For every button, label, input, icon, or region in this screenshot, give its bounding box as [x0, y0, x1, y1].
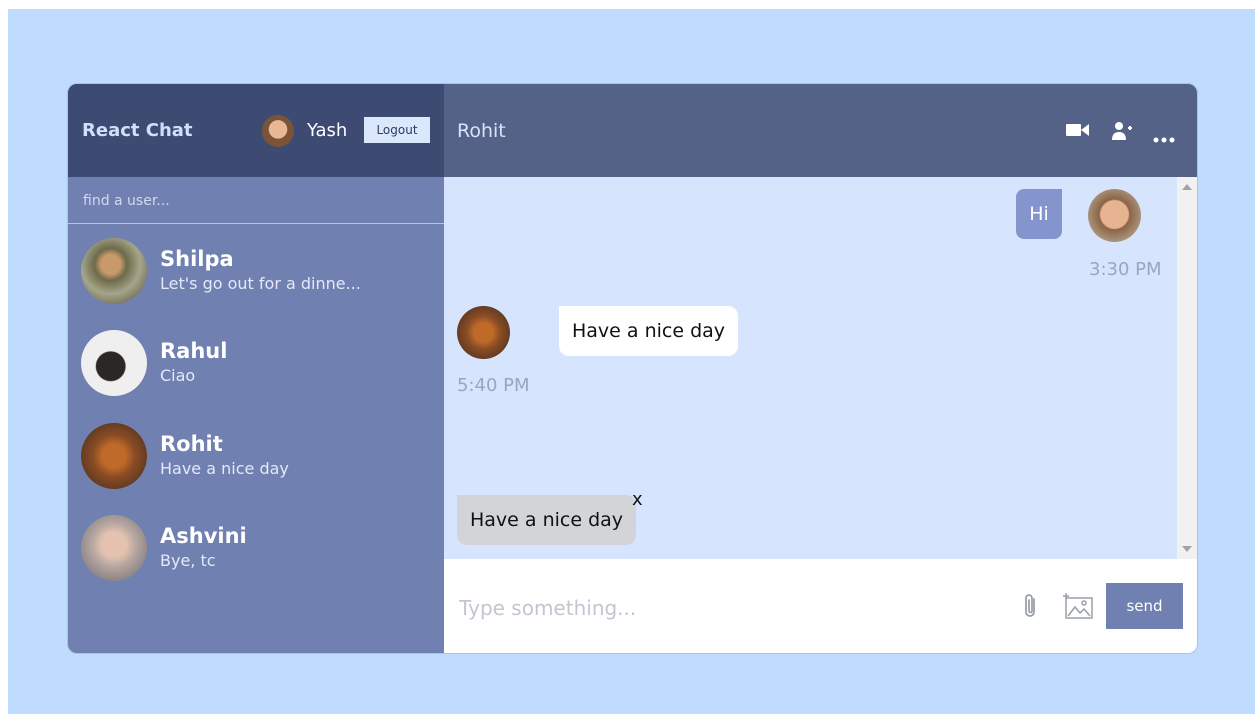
avatar — [81, 330, 147, 396]
search-input[interactable] — [81, 187, 425, 215]
chat-item-name: Shilpa — [160, 247, 234, 271]
remove-preview-button[interactable]: x — [632, 489, 643, 510]
chat-item-last-message: Let's go out for a dinne... — [160, 274, 361, 293]
own-avatar — [1088, 189, 1141, 242]
page-background: React Chat Yash Logout Shilpa Let's go o… — [8, 9, 1255, 714]
scrollbar[interactable] — [1177, 177, 1197, 559]
sidebar-header: React Chat Yash Logout — [68, 84, 444, 177]
add-image-icon[interactable] — [1062, 592, 1094, 624]
avatar — [81, 423, 147, 489]
chat-item-last-message: Bye, tc — [160, 551, 216, 570]
current-user-avatar — [262, 115, 294, 147]
chat-item-name: Rahul — [160, 339, 228, 363]
chat-app: React Chat Yash Logout Shilpa Let's go o… — [67, 83, 1198, 654]
message-composer: send — [444, 559, 1197, 653]
user-search — [68, 177, 444, 224]
message-input[interactable] — [457, 592, 1001, 624]
scroll-down-arrow-icon[interactable] — [1182, 546, 1192, 552]
video-camera-icon[interactable] — [1066, 120, 1090, 144]
more-options-icon[interactable] — [1153, 128, 1175, 147]
message-time: 3:30 PM — [1089, 259, 1162, 280]
add-user-icon[interactable] — [1111, 120, 1133, 146]
image-preview: Have a nice day — [457, 495, 637, 545]
logout-button[interactable]: Logout — [364, 117, 430, 143]
message-list: Hi 3:30 PM Have a nice day 5:40 PM Have … — [444, 177, 1177, 559]
chat-item-name: Rohit — [160, 432, 223, 456]
send-button[interactable]: send — [1106, 583, 1183, 629]
chat-item-last-message: Ciao — [160, 366, 196, 385]
chat-item-last-message: Have a nice day — [160, 459, 289, 478]
chat-item-rohit[interactable]: Rohit Have a nice day — [68, 409, 444, 499]
paperclip-icon[interactable] — [1021, 592, 1041, 624]
conversation-header: Rohit — [444, 84, 1197, 177]
sidebar: React Chat Yash Logout Shilpa Let's go o… — [68, 84, 444, 653]
peer-name: Rohit — [457, 120, 506, 142]
chat-item-name: Ashvini — [160, 524, 247, 548]
avatar — [81, 515, 147, 581]
conversation-panel: Rohit Hi 3:30 PM Have a nice day 5:40 PM — [444, 84, 1197, 653]
scroll-up-arrow-icon[interactable] — [1182, 184, 1192, 190]
brand-logo: React Chat — [82, 120, 193, 141]
peer-message-bubble: Have a nice day — [559, 306, 739, 356]
chat-item-shilpa[interactable]: Shilpa Let's go out for a dinne... — [68, 224, 444, 314]
avatar — [81, 238, 147, 304]
own-message-bubble: Hi — [1016, 189, 1062, 239]
chat-item-rahul[interactable]: Rahul Ciao — [68, 316, 444, 406]
chat-item-ashvini[interactable]: Ashvini Bye, tc — [68, 501, 444, 591]
current-user-name: Yash — [307, 120, 348, 141]
peer-avatar — [457, 306, 510, 359]
message-time: 5:40 PM — [457, 375, 530, 396]
